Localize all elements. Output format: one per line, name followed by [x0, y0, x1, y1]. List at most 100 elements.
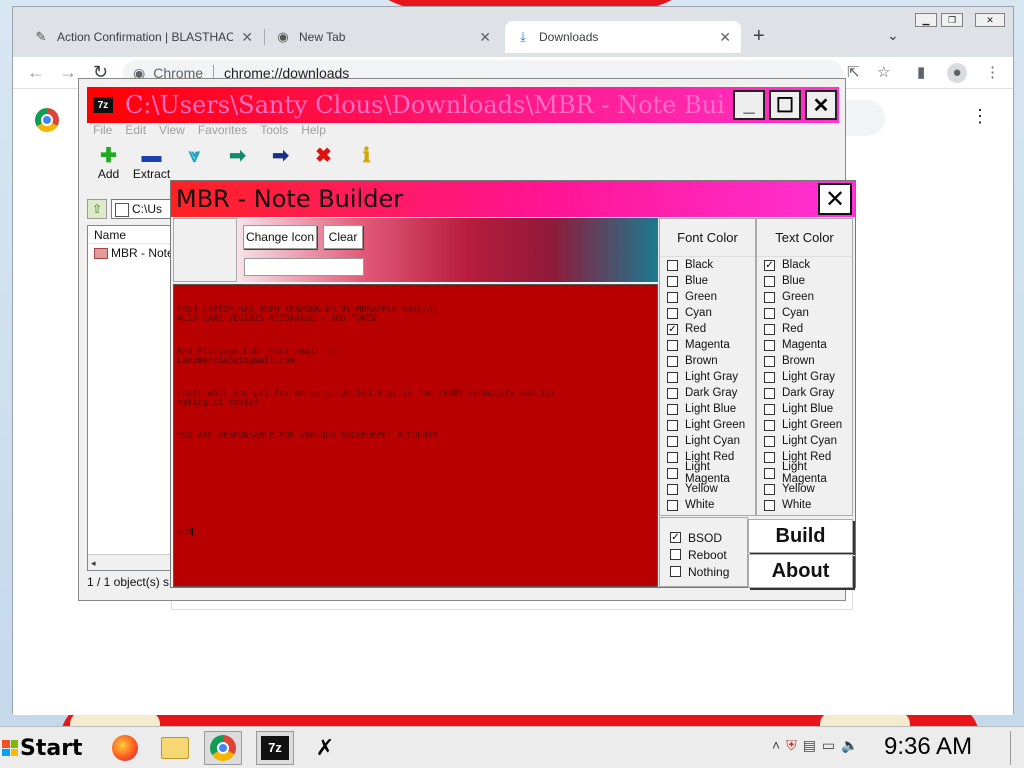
maximize-button[interactable]: ☐ [769, 90, 801, 120]
tab-new-tab[interactable]: ◉ New Tab ✕ [265, 21, 501, 53]
checkbox[interactable] [670, 566, 681, 577]
checkbox[interactable] [667, 371, 678, 383]
back-arrow-icon[interactable]: ← [27, 62, 45, 83]
text-color-option[interactable]: Green [757, 289, 852, 305]
tab-search-chevron-icon[interactable]: ⌄ [887, 27, 899, 44]
clock[interactable]: 9:36 AM [884, 733, 972, 761]
checkbox[interactable]: ✓ [764, 259, 775, 271]
close-icon[interactable]: ✕ [719, 29, 731, 46]
checkbox[interactable]: ✓ [670, 532, 681, 543]
horizontal-scrollbar[interactable]: ◂ [88, 554, 170, 570]
change-icon-button[interactable]: Change Icon [243, 225, 317, 249]
checkbox[interactable] [764, 355, 775, 367]
mbr-titlebar[interactable]: MBR - Note Builder ✕ [171, 181, 855, 217]
text-color-option[interactable]: Dark Gray [757, 385, 852, 401]
add-button[interactable]: ✚ Add [87, 145, 130, 193]
tab-downloads[interactable]: ⤓ Downloads ✕ [505, 21, 741, 53]
font-color-option[interactable]: Light Magenta [660, 461, 755, 485]
checkbox[interactable] [667, 499, 678, 511]
close-icon[interactable]: ✕ [479, 29, 491, 46]
checkbox[interactable] [667, 467, 678, 479]
checkbox[interactable] [667, 259, 678, 271]
checkbox[interactable] [667, 355, 678, 367]
menu-favorites[interactable]: Favorites [198, 123, 247, 143]
font-color-option[interactable]: Cyan [660, 305, 755, 321]
security-icon[interactable]: ⛨ [786, 737, 797, 754]
text-color-option[interactable]: Red [757, 321, 852, 337]
checkbox[interactable] [764, 419, 775, 431]
tab-action-confirmation[interactable]: ✎ Action Confirmation | BLASTHAC ✕ [23, 21, 263, 53]
menu-file[interactable]: File [93, 123, 112, 143]
checkbox[interactable] [764, 435, 775, 447]
extract-button[interactable]: ▬ Extract [130, 145, 173, 193]
action-row-nothing[interactable]: Nothing [660, 563, 747, 580]
menu-tools[interactable]: Tools [260, 123, 288, 143]
checkbox[interactable] [667, 307, 678, 319]
checkbox[interactable] [667, 403, 678, 415]
font-color-option[interactable]: Brown [660, 353, 755, 369]
clear-button[interactable]: Clear [323, 225, 363, 249]
menu-help[interactable]: Help [301, 123, 326, 143]
menu-view[interactable]: View [159, 123, 185, 143]
file-row[interactable]: MBR - Note [88, 244, 170, 262]
side-panel-icon[interactable]: ▮ [917, 63, 925, 81]
checkbox[interactable] [764, 323, 775, 335]
text-color-option[interactable]: Magenta [757, 337, 852, 353]
close-button[interactable]: ✕ [975, 13, 1005, 27]
up-folder-icon[interactable]: ⇧ [87, 199, 107, 219]
firefox-icon[interactable] [106, 731, 144, 765]
build-button[interactable]: Build [748, 519, 853, 553]
font-color-option[interactable]: ✓ Red [660, 321, 755, 337]
checkbox[interactable] [764, 403, 775, 415]
checkbox[interactable] [667, 275, 678, 287]
text-color-option[interactable]: Brown [757, 353, 852, 369]
text-color-option[interactable]: Light Blue [757, 401, 852, 417]
font-color-option[interactable]: Magenta [660, 337, 755, 353]
mbr-builder-icon[interactable]: ✗ [306, 731, 344, 765]
menu-edit[interactable]: Edit [125, 123, 146, 143]
start-button[interactable]: Start [2, 731, 90, 765]
checkbox[interactable] [667, 435, 678, 447]
close-icon[interactable]: ✕ [241, 29, 253, 46]
new-tab-button[interactable]: + [753, 25, 765, 48]
checkbox[interactable] [764, 387, 775, 399]
close-button[interactable]: ✕ [818, 183, 852, 215]
font-color-option[interactable]: Light Gray [660, 369, 755, 385]
text-color-option[interactable]: Cyan [757, 305, 852, 321]
font-color-option[interactable]: Light Cyan [660, 433, 755, 449]
checkbox[interactable] [667, 291, 678, 303]
checkbox[interactable] [764, 291, 775, 303]
close-button[interactable]: ✕ [805, 90, 837, 120]
checkbox[interactable] [764, 499, 775, 511]
downloads-more-icon[interactable]: ⋮ [971, 106, 989, 127]
checkbox[interactable] [667, 339, 678, 351]
forward-arrow-icon[interactable]: → [59, 62, 77, 83]
note-textarea[interactable]: YOUR LAPTOP HAS BEEN KERPUNKLED BY MBRAP… [173, 284, 658, 587]
text-color-option[interactable]: ✓ Black [757, 257, 852, 273]
checkbox[interactable] [764, 483, 775, 495]
file-explorer-icon[interactable] [156, 731, 194, 765]
checkbox[interactable] [667, 419, 678, 431]
checkbox[interactable] [764, 451, 775, 463]
checkbox[interactable] [667, 451, 678, 463]
action-row-reboot[interactable]: Reboot [660, 546, 747, 563]
minimize-button[interactable]: _ [733, 90, 765, 120]
battery-icon[interactable]: ▭ [822, 737, 835, 754]
font-color-option[interactable]: Black [660, 257, 755, 273]
checkbox[interactable] [764, 275, 775, 287]
checkbox[interactable] [764, 371, 775, 383]
share-icon[interactable]: ⇱ [847, 63, 860, 81]
checkbox[interactable] [764, 307, 775, 319]
column-header-name[interactable]: Name [88, 226, 170, 244]
7zip-icon[interactable]: 7z [256, 731, 294, 765]
sevenzip-titlebar[interactable]: 7z C:\Users\Santy Clous\Downloads\MBR - … [87, 87, 839, 123]
font-color-option[interactable]: White [660, 497, 755, 513]
font-color-option[interactable]: Dark Gray [660, 385, 755, 401]
checkbox[interactable] [670, 549, 681, 560]
volume-icon[interactable]: 🔈 [841, 737, 858, 754]
minimize-button[interactable]: ▁ [915, 13, 937, 27]
bookmark-star-icon[interactable]: ☆ [877, 63, 890, 81]
maximize-button[interactable]: ❐ [941, 13, 963, 27]
icon-path-input[interactable] [244, 258, 364, 276]
checkbox[interactable]: ✓ [667, 323, 678, 335]
